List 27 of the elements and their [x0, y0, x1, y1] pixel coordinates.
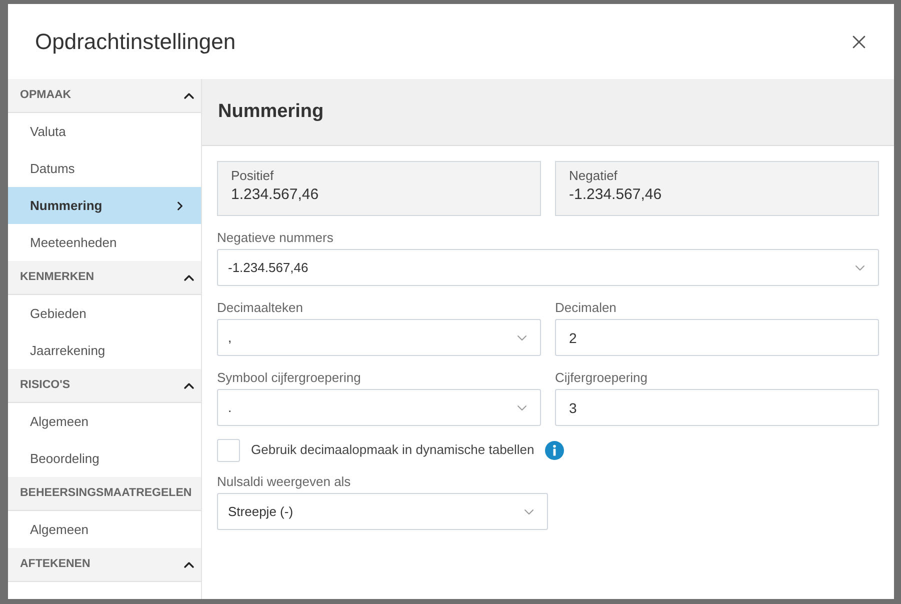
- field-label: Symbool cijfergroepering: [217, 369, 362, 387]
- sidebar-item[interactable]: Nummering: [8, 187, 201, 224]
- dropdown[interactable]: -1.234.567,46: [217, 249, 879, 286]
- preview-value: -1.234.567,46: [569, 185, 663, 205]
- field-label: Cijfergroepering: [555, 369, 648, 387]
- field-label: Negatieve nummers: [217, 229, 334, 247]
- dropdown[interactable]: ,: [217, 319, 541, 356]
- preview-label: Positief: [231, 168, 275, 184]
- info-icon[interactable]: [545, 440, 564, 460]
- field-label: Nulsaldi weergeven als: [217, 473, 352, 491]
- input-field[interactable]: 3: [555, 389, 879, 426]
- section-header[interactable]: AFTEKENEN: [8, 548, 201, 582]
- dropdown[interactable]: Streepje (-): [217, 493, 548, 530]
- field-label: Decimalen: [555, 299, 618, 317]
- dropdown[interactable]: .: [217, 389, 541, 426]
- section-header[interactable]: BEHEERSINGSMAATREGELEN: [8, 477, 201, 511]
- field-label: Decimaalteken: [217, 299, 304, 317]
- preview-label: Negatief: [569, 168, 618, 184]
- section-header[interactable]: KENMERKEN: [8, 261, 201, 295]
- section-title: Nummering: [218, 100, 324, 124]
- section-header[interactable]: RISICO'S: [8, 369, 201, 403]
- checkbox-label: Gebruik decimaalopmaak in dynamische tabellen: [251, 441, 534, 460]
- dialog-title: Opdrachtinstellingen: [35, 28, 236, 56]
- preview-value: 1.234.567,46: [231, 185, 320, 205]
- section-header[interactable]: OPMAAK: [8, 79, 201, 113]
- checkbox[interactable]: [217, 438, 240, 462]
- input-field[interactable]: 2: [555, 319, 879, 356]
